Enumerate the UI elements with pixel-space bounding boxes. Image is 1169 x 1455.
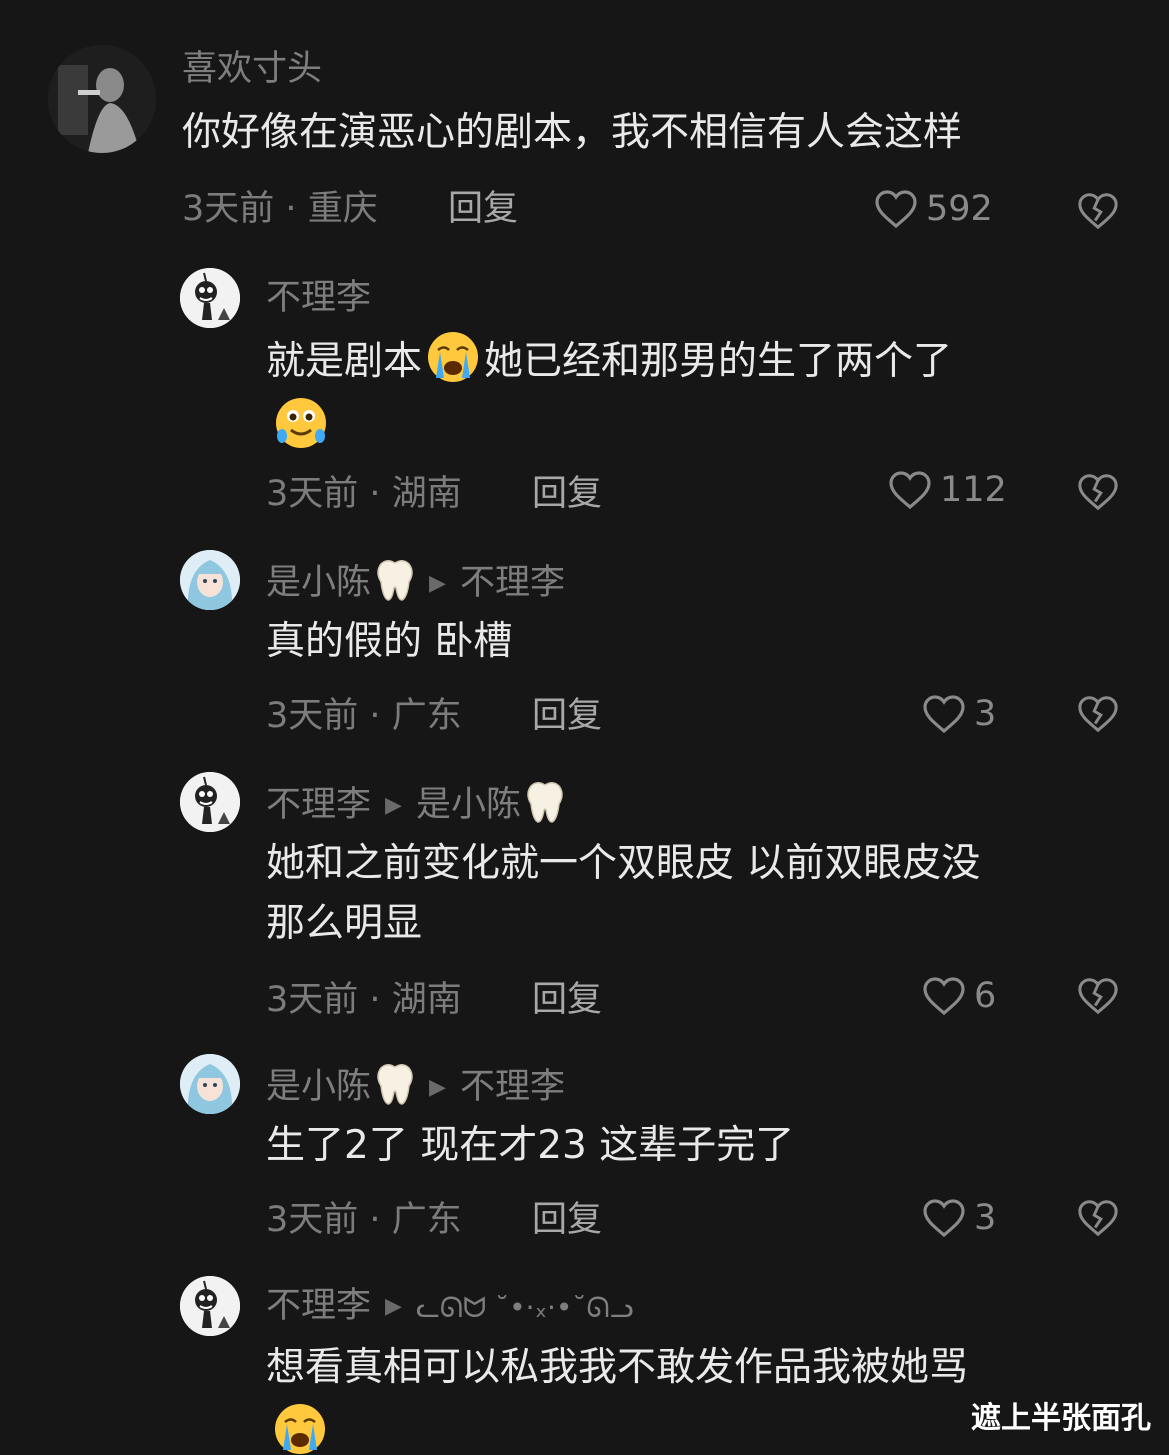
timestamp: 3天前 bbox=[266, 1200, 359, 1240]
heart-icon bbox=[889, 471, 931, 510]
like-button[interactable]: 112 bbox=[888, 468, 1007, 512]
comment-text: 想看真相可以私我我不敢发作品我被她骂 bbox=[266, 1345, 969, 1390]
reply-button[interactable]: 回复 bbox=[532, 472, 602, 516]
heart-icon bbox=[923, 695, 965, 734]
reply-target[interactable]: 不理李 bbox=[460, 563, 565, 603]
separator: · bbox=[369, 980, 381, 1020]
username-line: 是小陈 ▶ 不理李 bbox=[266, 1062, 565, 1114]
username[interactable]: 喜欢寸头 bbox=[182, 47, 322, 91]
reply-target[interactable]: 是小陈 bbox=[416, 785, 521, 825]
location: 湖南 bbox=[391, 474, 462, 514]
broken-heart-icon[interactable] bbox=[1077, 190, 1119, 232]
comment-text-line: 那么明显 bbox=[266, 901, 423, 946]
tooth-emoji bbox=[527, 782, 563, 823]
username[interactable]: 是小陈 bbox=[266, 1067, 371, 1107]
timestamp: 3天前 bbox=[182, 189, 275, 229]
separator: · bbox=[285, 189, 297, 229]
like-button[interactable]: 3 bbox=[922, 692, 996, 736]
comment-text: 你好像在演恶心的剧本，我不相信有人会这样 bbox=[182, 110, 963, 155]
avatar[interactable] bbox=[180, 1276, 240, 1336]
comment-meta: 3天前 · 广东 bbox=[266, 694, 462, 738]
avatar[interactable] bbox=[180, 772, 240, 832]
play-arrow-icon: ▶ bbox=[385, 793, 402, 818]
separator: · bbox=[369, 1200, 381, 1240]
broken-heart-icon[interactable] bbox=[1077, 693, 1119, 735]
comment-text: 就是剧本 她已经和那男的生了两个了 bbox=[266, 330, 952, 392]
heart-icon bbox=[875, 190, 917, 229]
comment-text: 真的假的 卧槽 bbox=[266, 619, 513, 664]
broken-heart-icon[interactable] bbox=[1077, 1197, 1119, 1239]
username-line: 是小陈 ▶ 不理李 bbox=[266, 558, 565, 610]
timestamp: 3天前 bbox=[266, 474, 359, 514]
comment-meta: 3天前 · 湖南 bbox=[266, 978, 462, 1022]
comment-thread: 喜欢寸头 你好像在演恶心的剧本，我不相信有人会这样 3天前 · 重庆 回复 59… bbox=[0, 0, 1169, 1455]
reply-target[interactable]: ᓚᘏᗢ ˘•·ₓ·•˘ᘏᓗ bbox=[416, 1291, 634, 1324]
avatar[interactable] bbox=[180, 550, 240, 610]
like-count: 3 bbox=[974, 1198, 997, 1238]
username[interactable]: 不理李 bbox=[266, 276, 371, 320]
comment-text: 生了2了 现在才23 这辈子完了 bbox=[266, 1123, 795, 1168]
like-button[interactable]: 6 bbox=[922, 974, 996, 1018]
broken-heart-icon[interactable] bbox=[1077, 975, 1119, 1017]
comment-meta: 3天前 · 湖南 bbox=[266, 472, 462, 516]
heart-icon bbox=[923, 977, 965, 1016]
crying-emoji bbox=[275, 1404, 325, 1454]
separator: · bbox=[369, 474, 381, 514]
comment-meta: 3天前 · 广东 bbox=[266, 1198, 462, 1242]
location: 湖南 bbox=[391, 980, 462, 1020]
like-count: 592 bbox=[926, 189, 993, 229]
crying-emoji bbox=[428, 332, 479, 382]
username[interactable]: 不理李 bbox=[266, 1286, 371, 1326]
play-arrow-icon: ▶ bbox=[429, 571, 446, 596]
broken-heart-icon[interactable] bbox=[1077, 471, 1119, 513]
username-line: 不理李 ▶ 是小陈 bbox=[266, 780, 565, 832]
timestamp: 3天前 bbox=[266, 980, 359, 1020]
reply-button[interactable]: 回复 bbox=[532, 978, 602, 1022]
like-count: 112 bbox=[940, 470, 1007, 510]
comment-text-part: 就是剧本 bbox=[266, 339, 423, 384]
like-button[interactable]: 3 bbox=[922, 1196, 996, 1240]
play-arrow-icon: ▶ bbox=[429, 1075, 446, 1100]
reply-button[interactable]: 回复 bbox=[448, 187, 518, 231]
comment-text-part: 她已经和那男的生了两个了 bbox=[484, 339, 953, 384]
reply-button[interactable]: 回复 bbox=[532, 694, 602, 738]
reply-target[interactable]: 不理李 bbox=[460, 1067, 565, 1107]
like-count: 6 bbox=[974, 976, 997, 1016]
tooth-emoji bbox=[377, 560, 413, 601]
avatar[interactable] bbox=[180, 1054, 240, 1114]
comment-text-line: 她和之前变化就一个双眼皮 以前双眼皮没 bbox=[266, 841, 981, 886]
reply-button[interactable]: 回复 bbox=[532, 1198, 602, 1242]
username[interactable]: 不理李 bbox=[266, 785, 371, 825]
location: 重庆 bbox=[307, 189, 378, 229]
teary-smile-emoji bbox=[276, 398, 326, 448]
like-button[interactable]: 592 bbox=[874, 187, 993, 231]
timestamp: 3天前 bbox=[266, 696, 359, 736]
like-count: 3 bbox=[974, 694, 997, 734]
location: 广东 bbox=[391, 1200, 462, 1240]
avatar[interactable] bbox=[48, 45, 156, 153]
play-arrow-icon: ▶ bbox=[385, 1294, 402, 1319]
avatar[interactable] bbox=[180, 268, 240, 328]
tooth-emoji bbox=[377, 1064, 413, 1105]
username[interactable]: 是小陈 bbox=[266, 563, 371, 603]
comment-meta: 3天前 · 重庆 bbox=[182, 187, 378, 231]
location: 广东 bbox=[391, 696, 462, 736]
heart-icon bbox=[923, 1199, 965, 1238]
username-line: 不理李 ▶ ᓚᘏᗢ ˘•·ₓ·•˘ᘏᓗ bbox=[266, 1284, 634, 1333]
separator: · bbox=[369, 696, 381, 736]
watermark: 遮上半张面孔 bbox=[971, 1401, 1151, 1436]
